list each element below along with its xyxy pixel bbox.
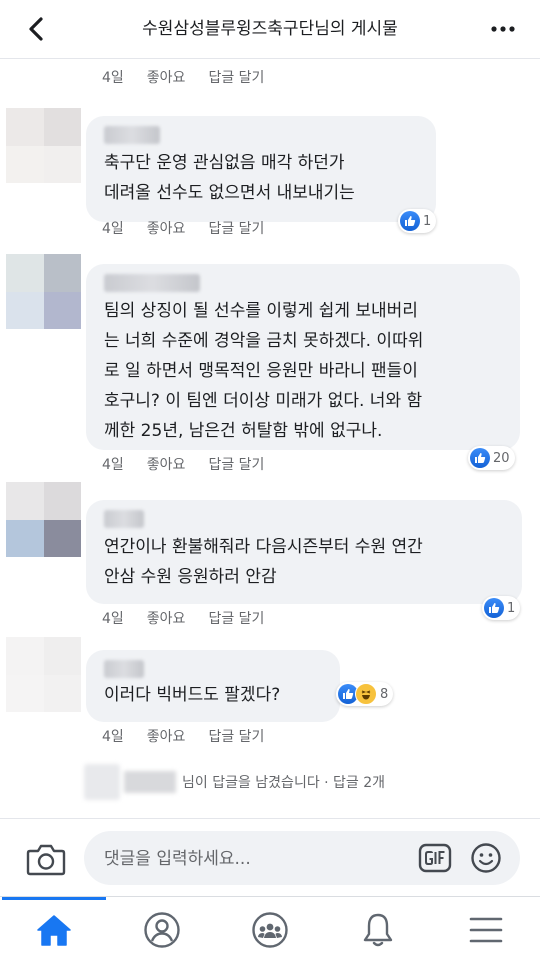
commenter-name[interactable] [104,126,160,144]
avatar[interactable] [6,254,81,329]
comment-actions: 4일 좋아요 답글 달기 [102,608,287,630]
avatar[interactable] [6,108,81,183]
view-replies-link[interactable]: 님이 답글을 남겼습니다 · 답글 2개 [84,764,385,800]
menu-icon [469,917,503,942]
like-link[interactable]: 좋아요 [147,67,186,89]
comment-time: 4일 [102,221,124,237]
more-options-icon[interactable] [488,14,518,44]
reply-link[interactable]: 답글 달기 [208,608,264,630]
comment-bubble: 연간이나 환불해줘라 다음시즌부터 수원 연간 안삼 수원 응원하러 안감 [86,500,522,604]
replies-summary-text: 님이 답글을 남겼습니다 · 답글 2개 [182,775,386,791]
reply-link[interactable]: 답글 달기 [208,67,264,89]
reaction-count: 20 [493,450,510,466]
comment-time: 4일 [102,70,124,86]
avatar[interactable] [6,482,81,557]
page-title: 수원삼성블루윙즈축구단님의 게시물 [142,19,398,39]
comment-time: 4일 [102,457,124,473]
comment-actions: 4일 좋아요 답글 달기 [102,726,287,748]
profile-icon [144,911,180,948]
tab-groups[interactable] [216,897,324,962]
haha-reaction-icon [355,683,377,705]
comment-text: 팀의 상징이 될 선수를 이렇게 쉽게 보내버리 는 너희 수준에 경악을 금치… [104,301,424,441]
comment-bubble: 팀의 상징이 될 선수를 이렇게 쉽게 보내버리 는 너희 수준에 경악을 금치… [86,264,520,450]
home-icon [37,914,71,946]
reply-link[interactable]: 답글 달기 [208,218,264,240]
reaction-summary[interactable]: 8 [336,682,394,706]
like-reaction-icon [470,448,490,468]
comment-composer [0,818,540,897]
reaction-count: 8 [380,686,389,702]
tab-notifications[interactable] [324,897,432,962]
bell-icon [363,913,393,946]
tab-home[interactable] [0,897,108,962]
comment-time: 4일 [102,611,124,627]
comment-text: 이러다 빅버드도 팔겠다? [104,685,281,705]
bottom-tab-bar [0,896,540,962]
reply-link[interactable]: 답글 달기 [208,726,264,748]
comment-actions: 4일 좋아요 답글 달기 [102,67,287,89]
reaction-count: 1 [507,600,516,616]
like-link[interactable]: 좋아요 [147,608,186,630]
top-bar: 수원삼성블루윙즈축구단님의 게시물 [0,0,540,59]
reaction-summary[interactable]: 1 [482,596,521,620]
gif-icon[interactable] [418,843,452,873]
reaction-summary[interactable]: 20 [468,446,515,470]
camera-icon[interactable] [26,842,66,876]
comment-bubble: 축구단 운영 관심없음 매각 하던가 데려올 선수도 없으면서 내보내기는 [86,116,436,222]
back-arrow-icon[interactable] [22,14,52,44]
like-link[interactable]: 좋아요 [147,218,186,240]
emoji-icon[interactable] [470,842,502,874]
comment-text: 축구단 운영 관심없음 매각 하던가 데려올 선수도 없으면서 내보내기는 [104,153,355,203]
commenter-name[interactable] [104,510,144,528]
groups-icon [252,911,288,948]
comment-actions: 4일 좋아요 답글 달기 [102,454,287,476]
replier-name [124,771,176,793]
comment-input[interactable] [102,831,406,887]
comment-bubble: 이러다 빅버드도 팔겠다? [86,650,340,722]
comment-input-box[interactable] [84,831,520,887]
avatar[interactable] [6,637,81,712]
tab-menu[interactable] [432,897,540,962]
tab-profile[interactable] [108,897,216,962]
like-link[interactable]: 좋아요 [147,726,186,748]
reply-avatar [84,764,120,800]
like-link[interactable]: 좋아요 [147,454,186,476]
comment-text: 연간이나 환불해줘라 다음시즌부터 수원 연간 안삼 수원 응원하러 안감 [104,537,423,587]
like-reaction-icon [484,598,504,618]
reaction-count: 1 [423,213,432,229]
comment-actions: 4일 좋아요 답글 달기 [102,218,287,240]
reaction-summary[interactable]: 1 [398,209,437,233]
commenter-name[interactable] [104,274,200,292]
reply-link[interactable]: 답글 달기 [208,454,264,476]
commenter-name[interactable] [104,660,144,678]
like-reaction-icon [400,211,420,231]
comment-time: 4일 [102,729,124,745]
